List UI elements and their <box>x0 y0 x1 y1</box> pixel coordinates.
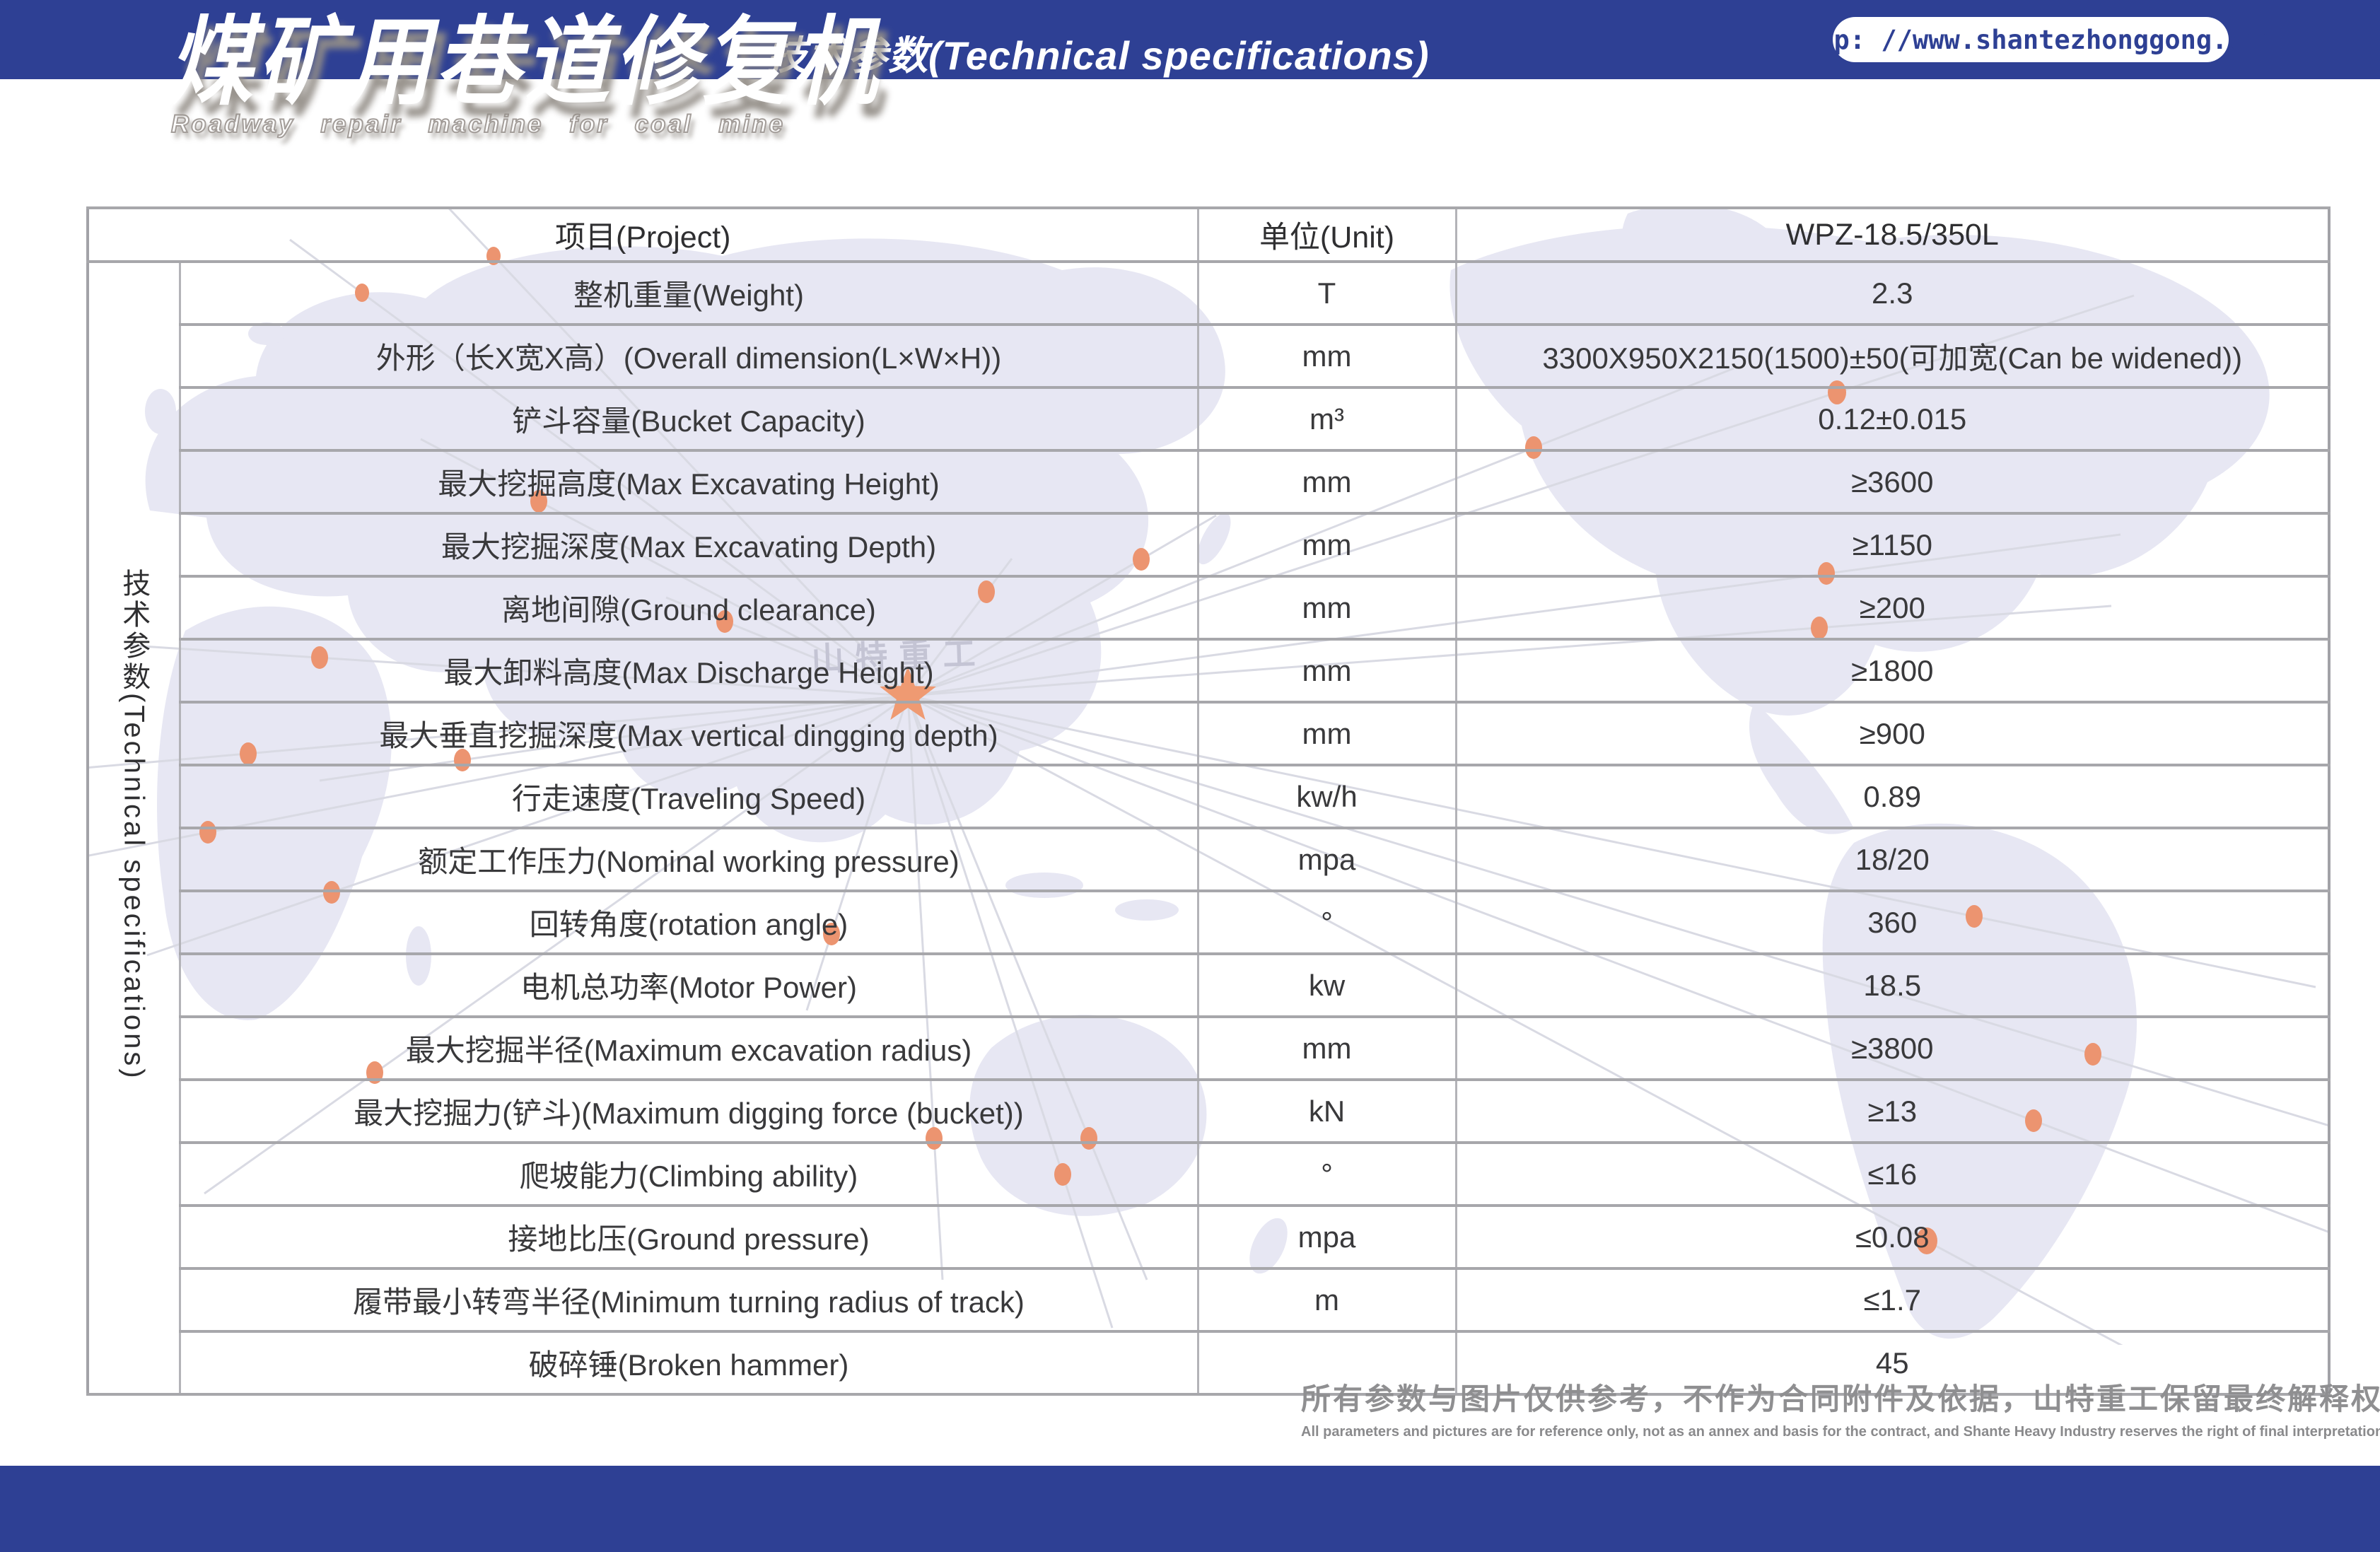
spec-item: 电机总功率(Motor Power) <box>180 954 1198 1017</box>
disclaimer-chinese: 所有参数与图片仅供参考，不作为合同附件及依据，山特重工保留最终解释权。 <box>1301 1375 2270 1418</box>
spec-unit: m <box>1198 1268 1456 1331</box>
side-header-cell: 技术参数(Technical specifications) <box>88 262 180 1394</box>
table-row: 最大垂直挖掘深度(Max vertical dingging depth) mm… <box>88 702 2329 765</box>
spec-value: 18/20 <box>1456 828 2329 891</box>
spec-value: 0.12±0.015 <box>1456 387 2329 450</box>
spec-item: 回转角度(rotation angle) <box>180 891 1198 954</box>
spec-unit: mpa <box>1198 828 1456 891</box>
col-header-model: WPZ-18.5/350L <box>1456 208 2329 262</box>
spec-item: 最大挖掘半径(Maximum excavation radius) <box>180 1017 1198 1080</box>
table-row: 离地间隙(Ground clearance) mm ≥200 <box>88 576 2329 639</box>
table-row: 行走速度(Traveling Speed) kw/h 0.89 <box>88 765 2329 828</box>
side-label: 技术参数(Technical specifications) <box>118 568 149 1081</box>
table-row: 外形（长X宽X高）(Overall dimension(L×W×H)) mm 3… <box>88 325 2329 387</box>
website-url-text: Http: //www.shantezhonggong.com <box>1787 25 2275 55</box>
spec-value: ≤16 <box>1456 1143 2329 1206</box>
spec-value: 360 <box>1456 891 2329 954</box>
spec-item: 履带最小转弯半径(Minimum turning radius of track… <box>180 1268 1198 1331</box>
spec-item: 最大挖掘高度(Max Excavating Height) <box>180 450 1198 513</box>
table-row: 回转角度(rotation angle) ° 360 <box>88 891 2329 954</box>
spec-unit: mm <box>1198 325 1456 387</box>
spec-value: ≤0.08 <box>1456 1206 2329 1268</box>
spec-value: 3300X950X2150(1500)±50(可加宽(Can be widene… <box>1456 325 2329 387</box>
bottom-band <box>0 1466 2380 1552</box>
spec-item: 破碎锤(Broken hammer) <box>180 1331 1198 1394</box>
col-header-project: 项目(Project) <box>88 208 1198 262</box>
spec-unit: kw <box>1198 954 1456 1017</box>
spec-unit: mm <box>1198 639 1456 702</box>
spec-value: ≥3600 <box>1456 450 2329 513</box>
spec-item: 整机重量(Weight) <box>180 262 1198 325</box>
spec-value: 0.89 <box>1456 765 2329 828</box>
spec-item: 最大挖掘深度(Max Excavating Depth) <box>180 513 1198 576</box>
spec-value: ≥13 <box>1456 1080 2329 1143</box>
spec-table: 项目(Project) 单位(Unit) WPZ-18.5/350L 技术参数(… <box>86 206 2331 1396</box>
col-header-unit: 单位(Unit) <box>1198 208 1456 262</box>
spec-value: ≥3800 <box>1456 1017 2329 1080</box>
page: 煤矿用巷道修复机 Roadway repair machine for coal… <box>0 0 2380 1552</box>
brand-logo-title: 煤矿用巷道修复机 <box>168 14 881 111</box>
table-row: 铲斗容量(Bucket Capacity) m³ 0.12±0.015 <box>88 387 2329 450</box>
spec-unit: ° <box>1198 1143 1456 1206</box>
spec-value: ≤1.7 <box>1456 1268 2329 1331</box>
table-row: 最大挖掘力(铲斗)(Maximum digging force (bucket)… <box>88 1080 2329 1143</box>
disclaimer-english: All parameters and pictures are for refe… <box>1301 1424 2270 1440</box>
spec-unit: T <box>1198 262 1456 325</box>
spec-item: 外形（长X宽X高）(Overall dimension(L×W×H)) <box>180 325 1198 387</box>
spec-unit: mm <box>1198 513 1456 576</box>
spec-unit: mpa <box>1198 1206 1456 1268</box>
table-row: 额定工作压力(Nominal working pressure) mpa 18/… <box>88 828 2329 891</box>
spec-unit: mm <box>1198 450 1456 513</box>
spec-value: ≥1150 <box>1456 513 2329 576</box>
spec-item: 最大垂直挖掘深度(Max vertical dingging depth) <box>180 702 1198 765</box>
table-row: 最大卸料高度(Max Discharge Height) mm ≥1800 <box>88 639 2329 702</box>
disclaimer: 所有参数与图片仅供参考，不作为合同附件及依据，山特重工保留最终解释权。 All … <box>1301 1375 2270 1440</box>
table-row: 最大挖掘半径(Maximum excavation radius) mm ≥38… <box>88 1017 2329 1080</box>
spec-value: 18.5 <box>1456 954 2329 1017</box>
spec-unit: mm <box>1198 576 1456 639</box>
spec-unit: mm <box>1198 702 1456 765</box>
spec-unit: mm <box>1198 1017 1456 1080</box>
table-row: 履带最小转弯半径(Minimum turning radius of track… <box>88 1268 2329 1331</box>
spec-item: 铲斗容量(Bucket Capacity) <box>180 387 1198 450</box>
table-row: 技术参数(Technical specifications) 整机重量(Weig… <box>88 262 2329 325</box>
table-row: 最大挖掘高度(Max Excavating Height) mm ≥3600 <box>88 450 2329 513</box>
spec-item: 行走速度(Traveling Speed) <box>180 765 1198 828</box>
table-row: 电机总功率(Motor Power) kw 18.5 <box>88 954 2329 1017</box>
spec-table-area: 山特重工 项目(Project) 单位(Unit) WPZ-18.5/350L … <box>86 206 2328 1345</box>
spec-item: 离地间隙(Ground clearance) <box>180 576 1198 639</box>
spec-value: ≥1800 <box>1456 639 2329 702</box>
spec-item: 最大卸料高度(Max Discharge Height) <box>180 639 1198 702</box>
table-row: 最大挖掘深度(Max Excavating Depth) mm ≥1150 <box>88 513 2329 576</box>
spec-value: ≥900 <box>1456 702 2329 765</box>
brand-logo: 煤矿用巷道修复机 Roadway repair machine for coal… <box>168 14 881 139</box>
spec-unit: kw/h <box>1198 765 1456 828</box>
table-row: 爬坡能力(Climbing ability) ° ≤16 <box>88 1143 2329 1206</box>
spec-item: 爬坡能力(Climbing ability) <box>180 1143 1198 1206</box>
spec-item: 额定工作压力(Nominal working pressure) <box>180 828 1198 891</box>
spec-item: 接地比压(Ground pressure) <box>180 1206 1198 1268</box>
spec-unit: kN <box>1198 1080 1456 1143</box>
table-header-row: 项目(Project) 单位(Unit) WPZ-18.5/350L <box>88 208 2329 262</box>
spec-item: 最大挖掘力(铲斗)(Maximum digging force (bucket)… <box>180 1080 1198 1143</box>
website-link[interactable]: Http: //www.shantezhonggong.com <box>1833 17 2229 62</box>
spec-unit: m³ <box>1198 387 1456 450</box>
table-row: 接地比压(Ground pressure) mpa ≤0.08 <box>88 1206 2329 1268</box>
spec-unit: ° <box>1198 891 1456 954</box>
spec-value: 2.3 <box>1456 262 2329 325</box>
spec-value: ≥200 <box>1456 576 2329 639</box>
